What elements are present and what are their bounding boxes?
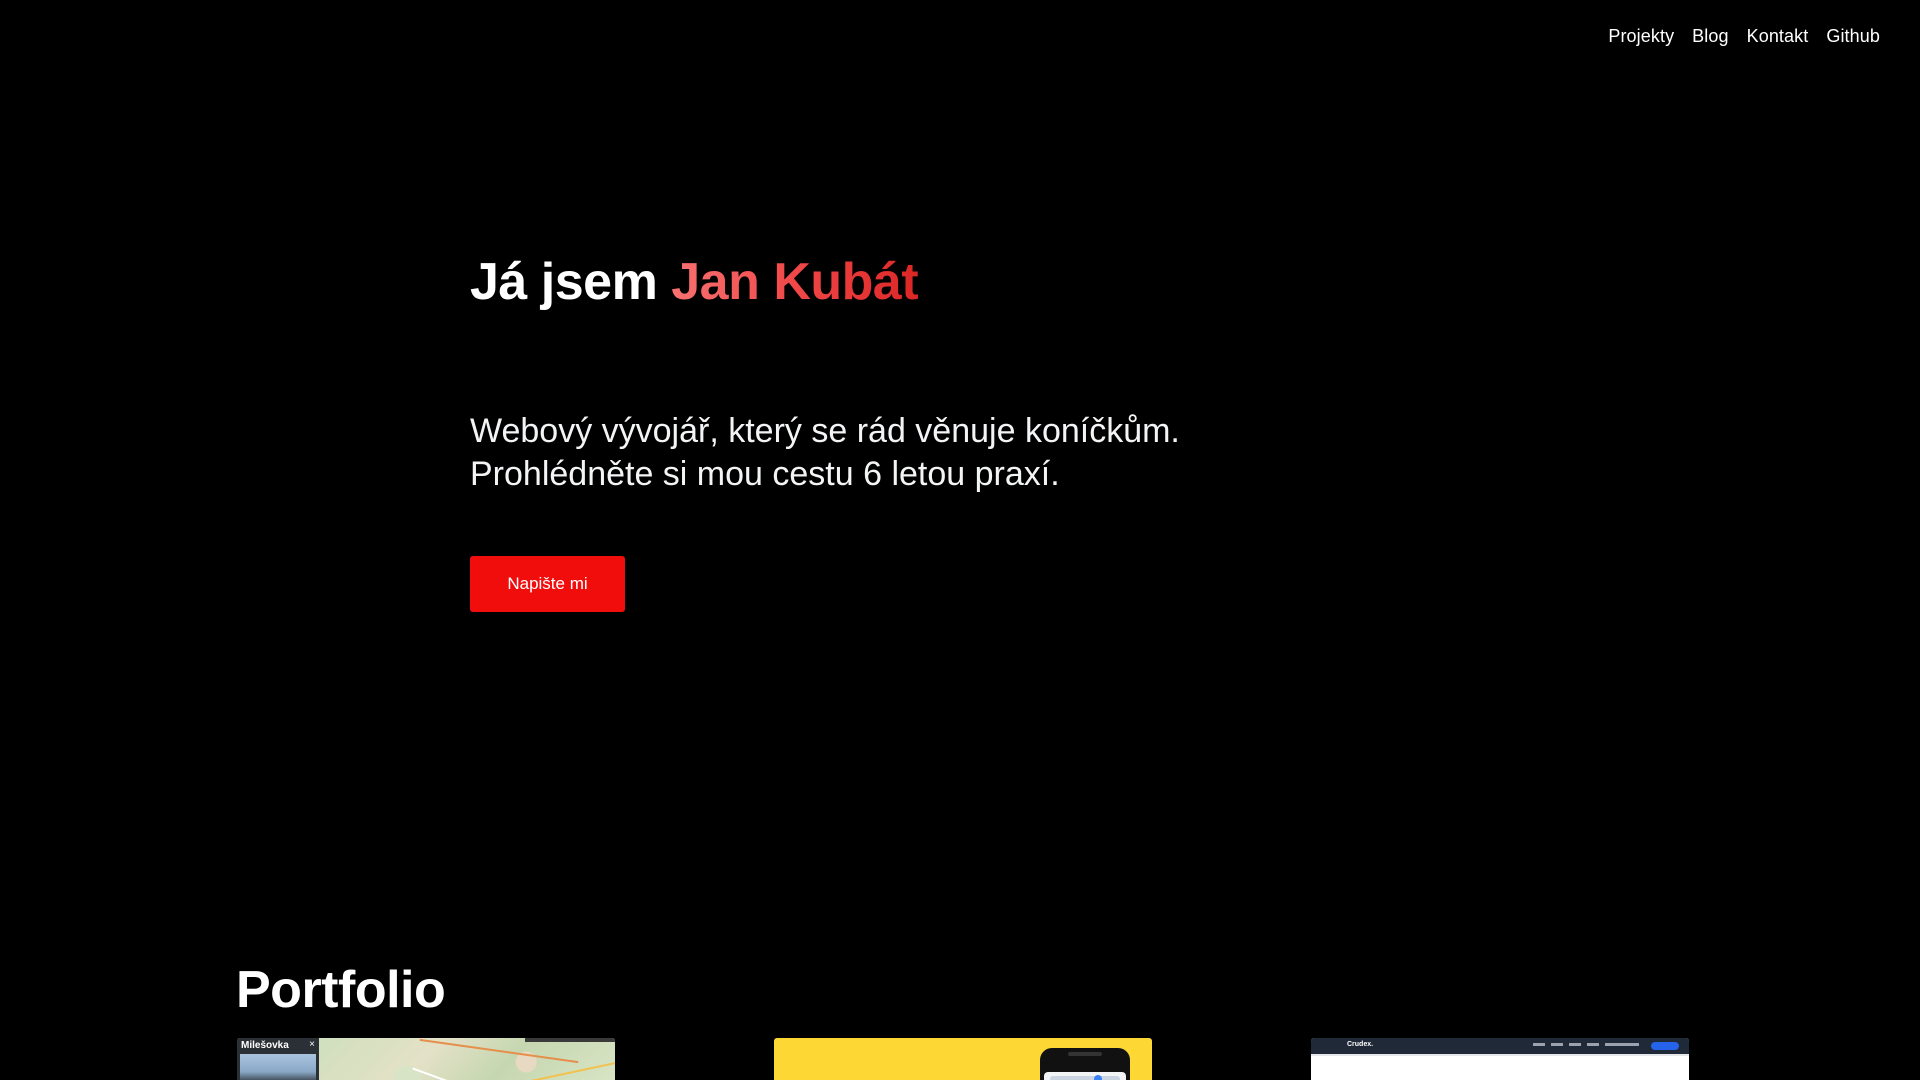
location-pin-icon: [1094, 1075, 1102, 1080]
map-road: [412, 1067, 526, 1080]
hero-subtitle: Webový vývojář, který se rád věnuje koní…: [470, 410, 1180, 496]
website-navbar: Crudex.: [1311, 1038, 1689, 1054]
website-nav-links: [1533, 1043, 1639, 1046]
hero-subtitle-line-1: Webový vývojář, který se rád věnuje koní…: [470, 412, 1180, 450]
page: Projekty Blog Kontakt Github Já jsem Jan…: [0, 0, 1920, 1080]
hero-subtitle-line-2: Prohlédněte si mou cestu 6 letou praxí.: [470, 455, 1060, 493]
hero-title: Já jsem Jan Kubát: [470, 250, 1470, 314]
map-thumbnail: [319, 1038, 615, 1080]
phone-notch: [1068, 1052, 1102, 1056]
map-sidebar: Milešovka ×: [237, 1038, 319, 1080]
website-nav-link: [1533, 1043, 1545, 1046]
website-brand: Crudex.: [1347, 1041, 1374, 1048]
nav-link-projekty[interactable]: Projekty: [1608, 26, 1674, 47]
phone-screen: [1044, 1072, 1126, 1080]
portfolio-card-map[interactable]: Milešovka ×: [237, 1038, 615, 1080]
website-nav-link: [1605, 1043, 1639, 1046]
hero-title-prefix: Já jsem: [470, 253, 658, 311]
close-icon: ×: [309, 1039, 315, 1050]
nav-link-kontakt[interactable]: Kontakt: [1747, 26, 1809, 47]
website-nav-link: [1569, 1043, 1581, 1046]
map-road: [419, 1038, 579, 1064]
website-nav-button: [1651, 1042, 1679, 1050]
phone-screen-bar: [1050, 1076, 1120, 1080]
portfolio-card-website[interactable]: Crudex.: [1311, 1038, 1689, 1080]
portfolio-title: Portfolio: [236, 961, 446, 1019]
phone-mockup: [1040, 1048, 1130, 1080]
nav-link-github[interactable]: Github: [1826, 26, 1880, 47]
portfolio-card-mobile[interactable]: [774, 1038, 1152, 1080]
hero-title-name: Jan Kubát: [671, 253, 919, 311]
portfolio-cards: Milešovka × Crudex.: [0, 1038, 1920, 1080]
hero-section: Já jsem Jan Kubát Webový vývojář, který …: [470, 250, 1470, 612]
website-nav-link: [1551, 1043, 1563, 1046]
map-toolbar: [525, 1038, 615, 1042]
top-nav: Projekty Blog Kontakt Github: [1608, 26, 1880, 47]
map-road: [470, 1055, 615, 1080]
map-sidebar-title: Milešovka: [241, 1040, 289, 1051]
contact-button[interactable]: Napište mi: [470, 556, 625, 612]
nav-link-blog[interactable]: Blog: [1692, 26, 1728, 47]
mountain-photo: [240, 1054, 316, 1080]
website-divider: [1311, 1054, 1689, 1056]
website-nav-link: [1587, 1043, 1599, 1046]
